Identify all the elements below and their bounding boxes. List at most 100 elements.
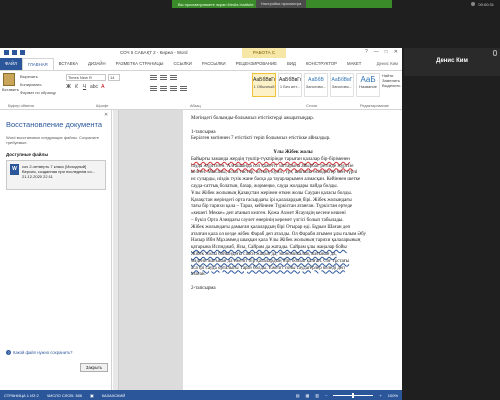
document-line: қатарына Испиджаб, Ясы, Сайрам да жатады… <box>191 245 347 251</box>
tab-design[interactable]: ДИЗАЙН <box>83 58 111 70</box>
document-line <box>191 279 395 286</box>
copy-button[interactable]: Копировать <box>20 82 42 87</box>
document-line: Жібек жолындағы дамыған қалалардың бірі … <box>191 224 351 230</box>
document-line: 1-тапсырма <box>191 129 216 135</box>
font-color-icon[interactable]: A <box>101 84 104 90</box>
bullets-icon[interactable] <box>150 75 157 81</box>
style-heading-1[interactable]: АаБбВ Заголово... <box>304 73 328 97</box>
close-icon[interactable]: ✕ <box>104 112 108 118</box>
numbering-icon[interactable] <box>160 75 167 81</box>
view-settings-button[interactable]: Настройки просмотра <box>256 0 306 8</box>
style-label: Заголово... <box>305 84 327 89</box>
maximize-icon[interactable]: □ <box>385 49 388 55</box>
which-file-text: Какой файл нужно сохранить? <box>13 350 73 355</box>
document-line: тағы бір тарихи қала – Тараз, кейіннен Т… <box>191 204 353 210</box>
tab-home[interactable]: ГЛАВНАЯ <box>21 58 54 70</box>
zoom-slider-thumb[interactable] <box>352 392 355 398</box>
tab-insert[interactable]: ВСТАВКА <box>54 58 83 70</box>
signed-in-user[interactable]: Денис Ким <box>372 58 402 70</box>
word-count[interactable]: ЧИСЛО СЛОВ: 386 <box>47 393 82 398</box>
recovery-title: Восстановление документа <box>6 120 103 129</box>
tab-page-layout[interactable]: РАЗМЕТКА СТРАНИЦЫ <box>111 58 169 70</box>
document-line: Ұлы Жібек жолы <box>273 149 313 155</box>
tab-file[interactable]: ФАЙЛ <box>0 58 22 70</box>
align-right-icon[interactable] <box>170 86 177 92</box>
word-file-icon: W <box>10 164 19 175</box>
minimize-icon[interactable]: — <box>374 49 379 55</box>
document-line: 2-тапсырма <box>191 285 216 291</box>
document-line: Қазақстан жеріндегі орта ғасырдағы ірі қ… <box>191 197 352 203</box>
multilevel-list-icon[interactable] <box>170 75 177 81</box>
tab-mailings[interactable]: РАССЫЛКИ <box>197 58 231 70</box>
document-line <box>191 123 395 130</box>
zoom-out-icon[interactable]: − <box>325 393 327 398</box>
document-line: аса ірі сауда орталығы Тараз болды. Ежел… <box>191 265 345 271</box>
align-center-icon[interactable] <box>160 86 167 92</box>
style-sample: АаБбВ <box>308 77 324 83</box>
tab-table-layout[interactable]: МАКЕТ <box>342 58 366 70</box>
close-button[interactable]: Закрыть <box>80 363 108 372</box>
style-no-spacing[interactable]: АаБбВвГг 1 Без инт... <box>278 73 302 97</box>
bold-icon[interactable]: Ж <box>66 84 71 90</box>
style-heading-2[interactable]: АаБбВвГ Заголово... <box>330 73 354 97</box>
language[interactable]: КАЗАХСКИЙ <box>102 393 126 398</box>
tab-references[interactable]: ССЫЛКИ <box>168 58 196 70</box>
font-name-select[interactable]: Times New R <box>66 74 106 81</box>
cut-button[interactable]: Вырезать <box>20 74 38 79</box>
web-layout-icon[interactable]: ▥ <box>315 393 319 398</box>
document-line: Жібек жолы бойындағы саяси жақын да, эко… <box>191 251 337 257</box>
paragraph-group <box>150 73 250 105</box>
document-line: мәдени жағынан да ежелгі бір қалалардың … <box>191 258 350 264</box>
recovery-description: Word восстановил следующие файлы. Сохран… <box>6 135 99 145</box>
document-line: «кешегі Мекке» деп атанып келген. Қожа А… <box>191 211 346 217</box>
tab-review[interactable]: РЕЦЕНЗИРОВАНИЕ <box>231 58 282 70</box>
proofing-icon[interactable]: ▣ <box>90 393 94 398</box>
document-line: Байырғы заманда жердің түкпір-түкпірінде… <box>191 156 350 162</box>
justify-icon[interactable] <box>180 86 187 92</box>
underline-icon[interactable]: Ч <box>82 84 87 90</box>
document-line: Насыр Ибн Мұхаммед шыққан қала Ұлы Жібек… <box>191 238 361 244</box>
group-label-paragraph: Абзац <box>190 104 201 108</box>
tab-view[interactable]: ВИД <box>282 58 301 70</box>
recovered-file-item[interactable]: W соч 2-четверть 7 класс [Исходный] Верс… <box>6 160 106 190</box>
save-icon[interactable] <box>4 50 9 55</box>
font-size-select[interactable]: 14 <box>108 74 120 81</box>
document-line: Ұлы Жібек жолының Қазақстан жерінен өтке… <box>191 190 352 196</box>
italic-icon[interactable]: К <box>74 84 79 90</box>
tab-table-design[interactable]: КОНСТРУКТОР <box>301 58 342 70</box>
share-banner-text: Вы просматриваете экран Media Institute <box>178 1 254 7</box>
style-label: 1 Без инт... <box>279 84 301 89</box>
select-button[interactable]: Выделить <box>382 83 402 88</box>
undo-icon[interactable] <box>12 50 17 55</box>
document-page[interactable]: Мәтіндегі болымды-болымсыз етістіктерді … <box>183 110 402 390</box>
document-line <box>191 143 395 150</box>
zoom-slider[interactable] <box>333 392 374 398</box>
zoom-level[interactable]: 100% <box>388 393 398 398</box>
style-title[interactable]: АаБ Название <box>356 73 380 97</box>
document-canvas[interactable]: Мәтіндегі болымды-болымсыз етістіктерді … <box>113 110 402 390</box>
strikethrough-icon[interactable]: abc <box>90 84 98 90</box>
close-icon[interactable]: ✕ <box>394 49 398 55</box>
paste-icon <box>3 73 15 86</box>
document-title: СОЧ 5 САБАҚТ 2 - Киржа - Word <box>120 50 188 55</box>
document-line: ис суларды, иіздік түзік жане басқа да т… <box>191 177 361 183</box>
page-count[interactable]: СТРАНИЦА 1 ИЗ 2 <box>4 393 39 398</box>
help-icon[interactable]: ? <box>365 49 368 55</box>
read-mode-icon[interactable]: ▤ <box>296 393 300 398</box>
which-file-link[interactable]: ? Какой файл нужно сохранить? <box>6 350 73 355</box>
title-bar: СОЧ 5 САБАҚТ 2 - Киржа - Word РАБОТА С Т… <box>0 48 402 65</box>
format-painter-button[interactable]: Формат по образцу <box>20 90 56 95</box>
zoom-in-icon[interactable]: + <box>379 393 381 398</box>
print-layout-icon[interactable]: ▦ <box>306 393 310 398</box>
style-normal[interactable]: АаБбВвГг 1 Обычный <box>252 73 276 97</box>
document-line: сауда жүргізген. Алғашында сол қажетті з… <box>191 163 354 169</box>
style-label: Название <box>359 84 377 89</box>
document-line: сауда-саттық болатын, базар, жәрмеңке, с… <box>191 183 338 189</box>
paste-button[interactable]: Вставить <box>2 73 19 95</box>
style-label: Заголово... <box>331 84 353 89</box>
meeting-timer: 00:00:31 <box>471 0 494 8</box>
redo-icon[interactable] <box>20 50 25 55</box>
align-left-icon[interactable] <box>150 86 157 92</box>
document-line: атаған. <box>191 272 206 278</box>
participant-tile[interactable]: Денис Ким <box>404 48 500 76</box>
